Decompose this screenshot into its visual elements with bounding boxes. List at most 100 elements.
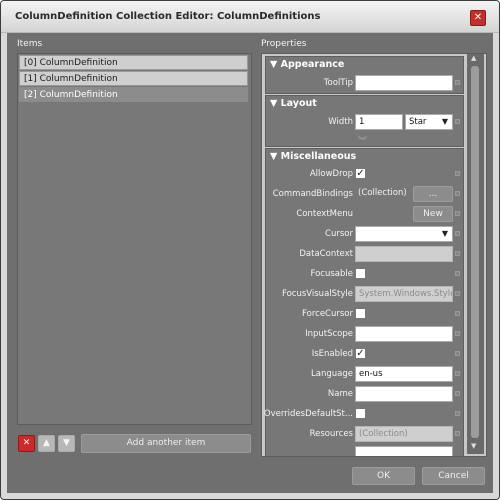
items-list[interactable]: [0] ColumnDefinition [1] ColumnDefinitio… bbox=[17, 53, 252, 425]
list-item-selected[interactable]: [2] ColumnDefinition bbox=[19, 87, 248, 102]
section-appearance-title: Appearance bbox=[280, 59, 345, 70]
property-row-tooltip: ToolTip bbox=[266, 74, 465, 92]
properties-label: Properties bbox=[261, 39, 307, 49]
overridesdefaultstyle-checkbox[interactable] bbox=[355, 408, 366, 419]
property-row-name: Name bbox=[266, 385, 465, 403]
property-marker-icon[interactable] bbox=[455, 211, 460, 216]
scrollbar-thumb[interactable] bbox=[471, 66, 479, 438]
property-marker-icon[interactable] bbox=[455, 411, 460, 416]
section-layout-header[interactable]: ▼ Layout bbox=[270, 98, 317, 109]
items-label: Items bbox=[17, 39, 43, 49]
window-title: ColumnDefinition Collection Editor: Colu… bbox=[15, 11, 321, 22]
width-input[interactable]: 1 bbox=[355, 114, 403, 130]
chevron-down-icon: ▼ bbox=[441, 117, 449, 126]
chevron-down-icon: ▼ bbox=[441, 229, 449, 238]
property-row-focusable: Focusable bbox=[266, 265, 465, 283]
cursor-select[interactable]: ▼ bbox=[355, 226, 453, 242]
property-marker-icon[interactable] bbox=[455, 311, 460, 316]
property-marker-icon[interactable] bbox=[455, 291, 460, 296]
name-input[interactable] bbox=[355, 386, 453, 402]
commandbindings-edit-button[interactable]: ... bbox=[413, 186, 453, 202]
contextmenu-new-button[interactable]: New bbox=[413, 206, 453, 222]
inputscope-input[interactable] bbox=[355, 326, 453, 342]
properties-scrollbar[interactable]: ▲ ▼ bbox=[467, 54, 484, 454]
property-label: Resources bbox=[309, 429, 353, 439]
property-label: IsEnabled bbox=[311, 349, 353, 359]
property-row-commandbindings: CommandBindings (Collection) ... bbox=[266, 185, 465, 203]
width-unit-select[interactable]: Star ▼ bbox=[405, 114, 453, 130]
property-label: ContextMenu bbox=[296, 209, 353, 219]
property-row-inputscope: InputScope bbox=[266, 325, 465, 343]
property-row-contextmenu: ContextMenu New bbox=[266, 205, 465, 223]
property-label: Name bbox=[327, 389, 353, 399]
section-appearance-header[interactable]: ▼ Appearance bbox=[270, 59, 344, 70]
tooltip-input[interactable] bbox=[355, 75, 453, 91]
section-appearance: ▼ Appearance ToolTip bbox=[265, 56, 464, 94]
property-row-datacontext: DataContext bbox=[266, 245, 465, 263]
property-row-language: Language en-us bbox=[266, 365, 465, 383]
width-unit-value: Star bbox=[409, 117, 427, 127]
property-marker-icon[interactable] bbox=[455, 80, 460, 85]
property-marker-icon[interactable] bbox=[455, 231, 460, 236]
cancel-button[interactable]: Cancel bbox=[422, 467, 485, 485]
list-item[interactable]: [1] ColumnDefinition bbox=[19, 71, 248, 86]
collection-editor-window: ColumnDefinition Collection Editor: Colu… bbox=[0, 0, 500, 500]
property-label: OverridesDefaultSt... bbox=[263, 409, 353, 419]
property-row-cursor: Cursor ▼ bbox=[266, 225, 465, 243]
property-marker-icon[interactable] bbox=[455, 331, 460, 336]
language-input[interactable]: en-us bbox=[355, 366, 453, 382]
allowdrop-checkbox[interactable]: ✓ bbox=[355, 168, 366, 179]
partial-input[interactable] bbox=[355, 446, 453, 456]
property-label: Language bbox=[311, 369, 353, 379]
property-label: FocusVisualStyle bbox=[281, 289, 353, 299]
property-marker-icon[interactable] bbox=[455, 351, 460, 356]
property-marker-icon[interactable] bbox=[455, 391, 460, 396]
property-marker-icon[interactable] bbox=[455, 251, 460, 256]
client-area: Items Properties [0] ColumnDefinition [1… bbox=[7, 33, 493, 493]
property-marker-icon[interactable] bbox=[455, 191, 460, 196]
property-row-forcecursor: ForceCursor bbox=[266, 305, 465, 323]
section-layout-title: Layout bbox=[280, 98, 317, 109]
add-item-button[interactable]: Add another item bbox=[81, 434, 251, 453]
focusable-checkbox[interactable] bbox=[355, 268, 366, 279]
expand-advanced-icon[interactable]: ︾ bbox=[358, 134, 367, 147]
forcecursor-checkbox[interactable] bbox=[355, 308, 366, 319]
property-label: ForceCursor bbox=[302, 309, 353, 319]
property-row-width: Width 1 Star ▼ bbox=[266, 113, 465, 131]
property-label: AllowDrop bbox=[309, 169, 353, 179]
property-label: CommandBindings bbox=[272, 189, 353, 199]
list-item[interactable]: [0] ColumnDefinition bbox=[19, 55, 248, 70]
property-row-focusvisualstyle: FocusVisualStyle System.Windows.Style bbox=[266, 285, 465, 303]
property-marker-icon[interactable] bbox=[455, 271, 460, 276]
move-up-button[interactable]: ▲ bbox=[38, 435, 55, 452]
property-row-allowdrop: AllowDrop ✓ bbox=[266, 165, 465, 183]
property-grid: ▼ Appearance ToolTip ▼ Layout Width 1 St… bbox=[261, 53, 487, 457]
property-row-resources: Resources (Collection) bbox=[266, 425, 465, 443]
property-marker-icon[interactable] bbox=[455, 431, 460, 436]
property-marker-icon[interactable] bbox=[455, 119, 460, 124]
datacontext-input[interactable] bbox=[355, 246, 453, 262]
property-row-isenabled: IsEnabled ✓ bbox=[266, 345, 465, 363]
scroll-up-icon[interactable]: ▲ bbox=[471, 54, 476, 62]
focusvisualstyle-input[interactable]: System.Windows.Style bbox=[355, 286, 453, 302]
section-misc-header[interactable]: ▼ Miscellaneous bbox=[270, 151, 356, 162]
property-marker-icon[interactable] bbox=[455, 371, 460, 376]
delete-item-button[interactable]: ✕ bbox=[18, 435, 35, 452]
resources-input[interactable]: (Collection) bbox=[355, 426, 453, 442]
close-button[interactable]: ✕ bbox=[470, 10, 486, 26]
property-label: ToolTip bbox=[323, 78, 353, 88]
ok-button[interactable]: OK bbox=[352, 467, 415, 485]
section-misc-title: Miscellaneous bbox=[280, 151, 357, 162]
section-miscellaneous: ▼ Miscellaneous AllowDrop ✓ CommandBindi… bbox=[263, 148, 465, 456]
section-layout: ▼ Layout Width 1 Star ▼ ︾ bbox=[265, 95, 464, 147]
property-label: Cursor bbox=[325, 229, 353, 239]
title-bar[interactable]: ColumnDefinition Collection Editor: Colu… bbox=[1, 1, 499, 33]
move-down-button[interactable]: ▼ bbox=[58, 435, 75, 452]
property-label: DataContext bbox=[299, 249, 353, 259]
property-marker-icon[interactable] bbox=[455, 171, 460, 176]
isenabled-checkbox[interactable]: ✓ bbox=[355, 348, 366, 359]
scroll-down-icon[interactable]: ▼ bbox=[471, 442, 476, 450]
property-label: Width bbox=[328, 117, 353, 127]
property-row-overridesdefaultstyle: OverridesDefaultSt... bbox=[263, 405, 465, 423]
property-label: Focusable bbox=[310, 269, 353, 279]
